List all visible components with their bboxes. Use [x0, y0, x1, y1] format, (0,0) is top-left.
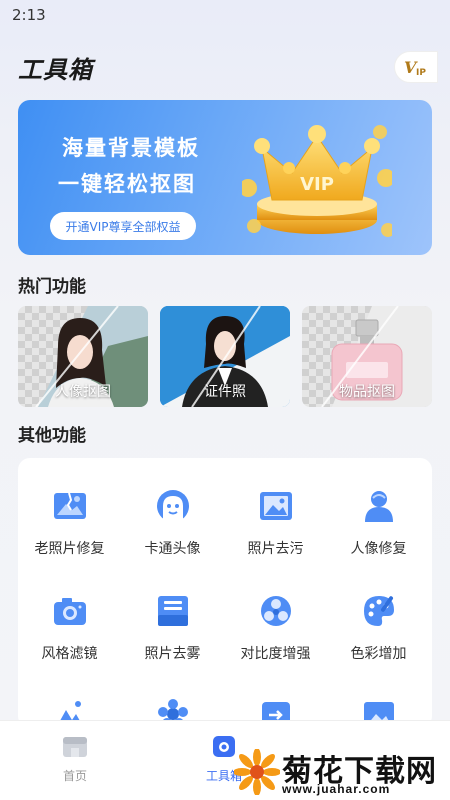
banner-title-line2: 一键轻松抠图 [58, 172, 196, 196]
hot-card-object-cutout[interactable]: 物品抠图 [302, 306, 432, 407]
tool-label: 风格滤镜 [41, 646, 98, 662]
hot-card-portrait-cutout[interactable]: 人像抠图 [18, 306, 148, 407]
banner-title-line1: 海量背景模板 [62, 136, 200, 160]
chrysanthemum-logo-icon [234, 749, 280, 795]
contrast-icon [260, 596, 291, 626]
tab-label: 首页 [62, 769, 87, 783]
tool-color-enhance[interactable]: 色彩增加 [327, 593, 430, 663]
tools-panel: 老照片修复 卡通头像 照片去污 人像修复 风格滤镜 照片去雾 对比度增强 色彩增… [18, 458, 432, 728]
hot-card-id-photo[interactable]: 证件照 [160, 306, 290, 407]
vip-badge-button[interactable]: V IP [394, 51, 438, 83]
crown-vip-text: VIP [300, 174, 334, 195]
old-photo-icon [53, 492, 86, 519]
page-title: 工具箱 [18, 56, 93, 84]
cartoon-avatar-icon [156, 490, 189, 522]
palette-icon [363, 596, 394, 626]
watermark-url: www.juahar.com [282, 782, 391, 796]
tool-style-filter[interactable]: 风格滤镜 [18, 593, 121, 663]
tab-home[interactable]: 首页 [35, 733, 115, 784]
hot-card-label: 人像抠图 [55, 384, 111, 400]
tool-label: 卡通头像 [144, 541, 201, 557]
dehaze-icon [157, 596, 188, 626]
tool-label: 老照片修复 [34, 541, 105, 557]
tool-label: 对比度增强 [240, 646, 311, 662]
watermark: 菊花下载网 www.juahar.com [234, 744, 446, 800]
vip-promo-banner[interactable]: 海量背景模板 一键轻松抠图 开通VIP尊享全部权益 VIP [18, 100, 432, 255]
portrait-repair-icon [364, 491, 393, 522]
svg-text:IP: IP [416, 68, 426, 78]
tool-contrast-enhance[interactable]: 对比度增强 [224, 593, 327, 663]
vip-crown-icon: V IP [404, 58, 426, 78]
tool-label: 色彩增加 [350, 646, 407, 662]
tool-dehaze[interactable]: 照片去雾 [121, 593, 224, 663]
hot-card-label: 证件照 [204, 384, 246, 400]
camera-filter-icon [53, 598, 86, 625]
tool-label: 人像修复 [350, 541, 407, 557]
tool-portrait-repair[interactable]: 人像修复 [327, 488, 430, 558]
tool-old-photo-repair[interactable]: 老照片修复 [18, 488, 121, 558]
status-time: 2:13 [12, 6, 46, 24]
open-vip-button[interactable]: 开通VIP尊享全部权益 [50, 212, 196, 240]
hot-section-title: 热门功能 [18, 277, 86, 297]
tool-photo-clean[interactable]: 照片去污 [224, 488, 327, 558]
tool-label: 照片去雾 [144, 646, 201, 662]
tool-label: 照片去污 [247, 541, 304, 557]
home-icon [63, 737, 87, 757]
hot-card-label: 物品抠图 [339, 384, 395, 400]
gold-crown-icon: VIP [242, 125, 392, 237]
other-section-title: 其他功能 [18, 426, 86, 446]
photo-clean-icon [259, 492, 292, 520]
tool-cartoon-avatar[interactable]: 卡通头像 [121, 488, 224, 558]
status-bar: 2:13 [0, 0, 450, 32]
